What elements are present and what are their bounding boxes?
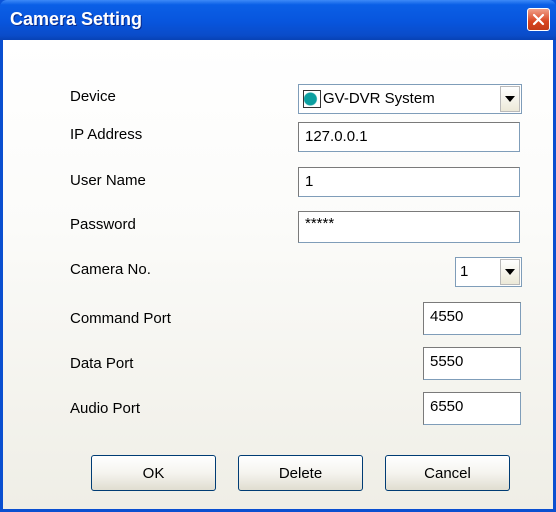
gv-logo-icon	[303, 90, 321, 108]
cancel-button[interactable]: Cancel	[385, 455, 510, 491]
user-name-field[interactable]: 1	[298, 167, 520, 197]
audio-port-field[interactable]: 6550	[423, 392, 521, 425]
camera-no-value: 1	[460, 263, 469, 280]
audio-port-label: Audio Port	[70, 400, 141, 417]
device-value: GV-DVR System	[323, 90, 435, 107]
password-field[interactable]: *****	[298, 211, 520, 243]
camera-no-label: Camera No.	[70, 261, 151, 278]
user-name-label: User Name	[70, 172, 146, 189]
chevron-down-icon	[505, 269, 515, 275]
command-port-field[interactable]: 4550	[423, 302, 521, 335]
ip-address-label: IP Address	[70, 126, 143, 143]
command-port-label: Command Port	[70, 310, 171, 327]
password-label: Password	[70, 216, 136, 233]
camera-setting-dialog: Camera Setting Device GV-DVR System IP A…	[0, 0, 556, 512]
dialog-title: Camera Setting	[10, 9, 143, 29]
device-label: Device	[70, 88, 116, 105]
data-port-field[interactable]: 5550	[423, 347, 521, 380]
close-x-icon	[532, 13, 545, 26]
close-button[interactable]	[527, 8, 550, 31]
device-select[interactable]: GV-DVR System	[298, 84, 522, 114]
camera-no-select[interactable]: 1	[455, 257, 522, 287]
device-dropdown-arrow[interactable]	[500, 86, 520, 112]
ok-button[interactable]: OK	[91, 455, 216, 491]
camera-no-dropdown-arrow[interactable]	[500, 259, 520, 285]
delete-button[interactable]: Delete	[238, 455, 363, 491]
chevron-down-icon	[505, 96, 515, 102]
title-bar[interactable]: Camera Setting	[0, 0, 556, 40]
ip-address-field[interactable]: 127.0.0.1	[298, 122, 520, 152]
data-port-label: Data Port	[70, 355, 134, 372]
